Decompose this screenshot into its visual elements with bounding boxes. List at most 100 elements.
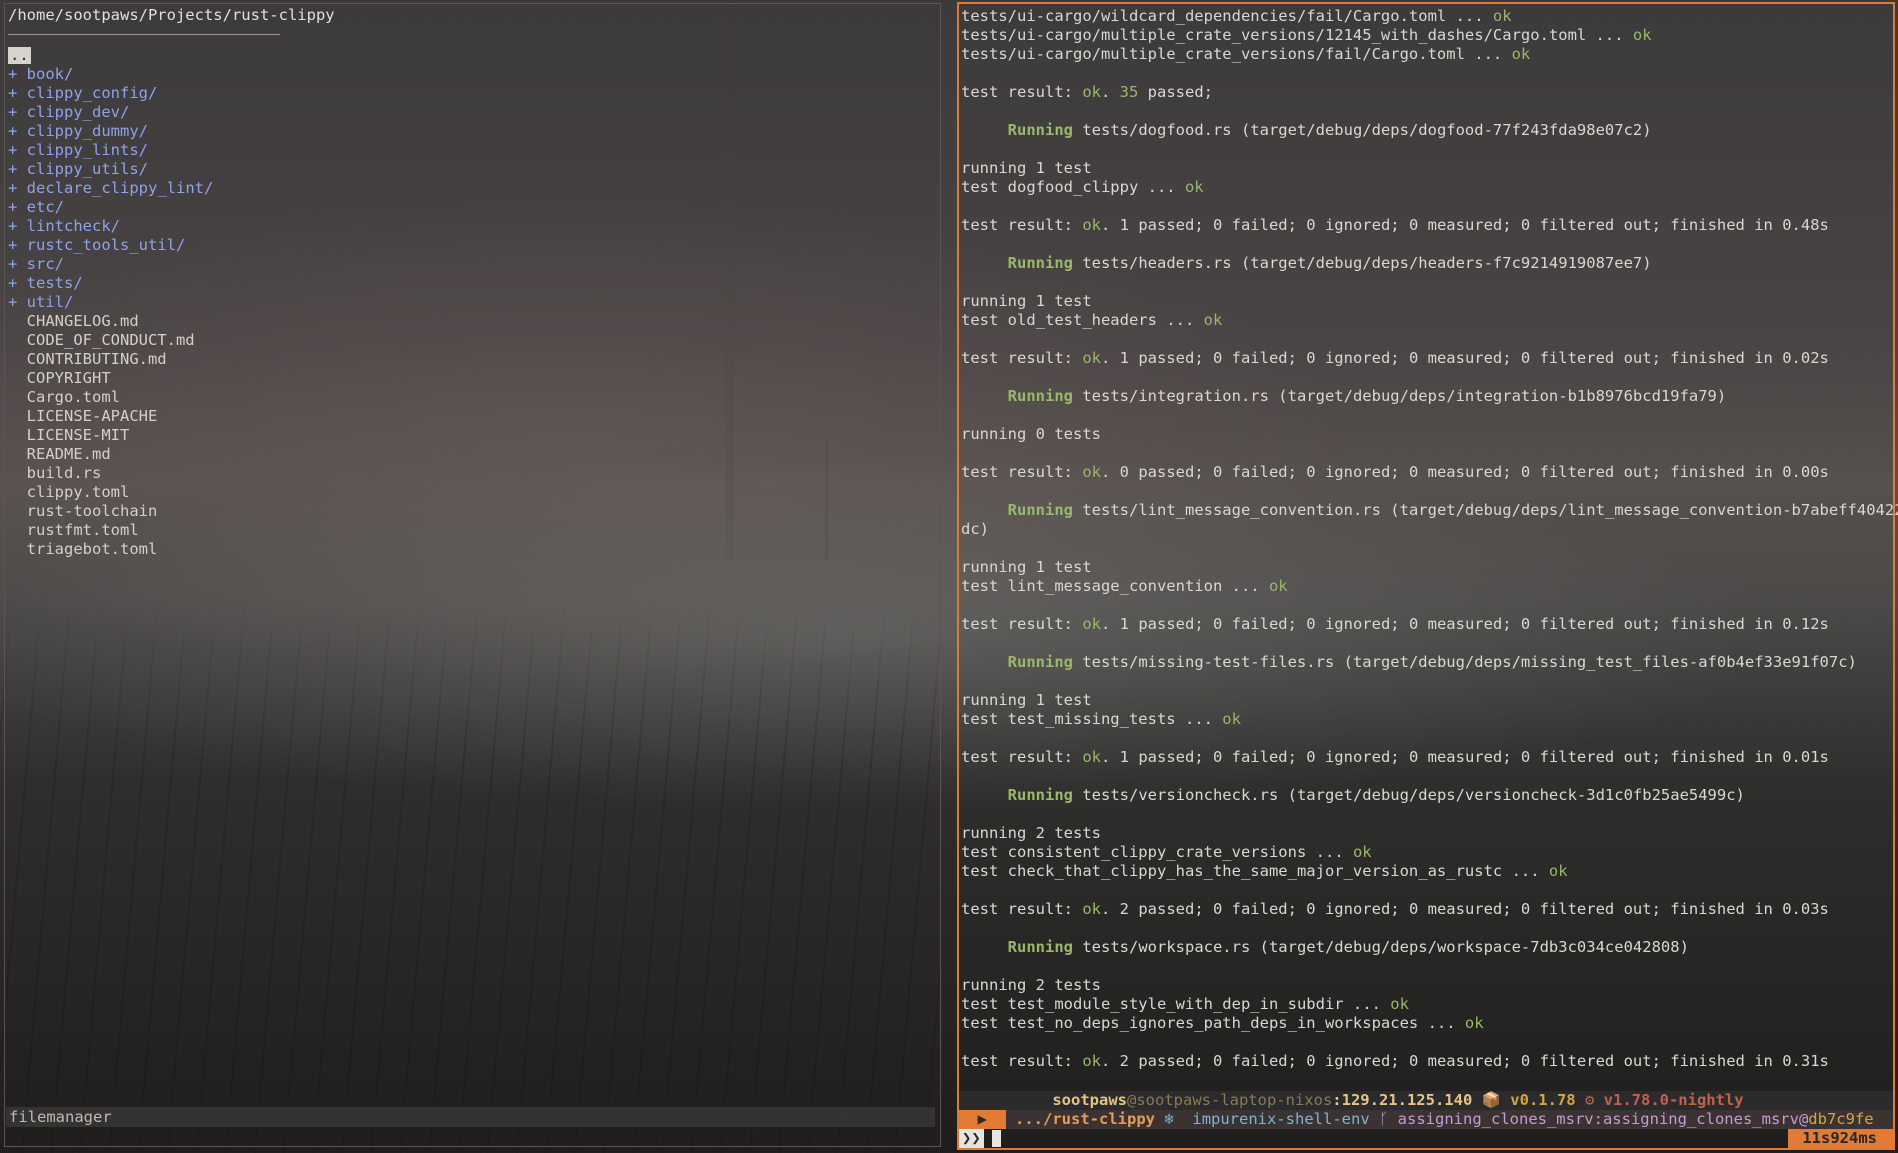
- file-row[interactable]: COPYRIGHT: [8, 369, 213, 388]
- directory-name[interactable]: clippy_dev/: [17, 103, 130, 121]
- file-row[interactable]: LICENSE-APACHE: [8, 407, 213, 426]
- directory-row[interactable]: + clippy_dummy/: [8, 122, 213, 141]
- result-prefix: test result:: [961, 349, 1083, 367]
- file-row[interactable]: CODE_OF_CONDUCT.md: [8, 331, 213, 350]
- terminal-line: test result: ok. 2 passed; 0 failed; 0 i…: [961, 1052, 1891, 1071]
- directory-name[interactable]: clippy_dummy/: [17, 122, 148, 140]
- git-hash: db7c9fe: [1808, 1110, 1874, 1128]
- expand-marker-icon[interactable]: +: [8, 293, 17, 311]
- result-summary: . 1 passed; 0 failed; 0 ignored; 0 measu…: [1101, 615, 1829, 633]
- expand-marker-icon[interactable]: +: [8, 217, 17, 235]
- expand-marker-icon[interactable]: +: [8, 65, 17, 83]
- parent-dir-row[interactable]: ..: [8, 46, 213, 65]
- terminal-line: test check_that_clippy_has_the_same_majo…: [961, 862, 1891, 881]
- file-list[interactable]: .. + book/+ clippy_config/+ clippy_dev/+ …: [8, 46, 213, 559]
- file-row[interactable]: LICENSE-MIT: [8, 426, 213, 445]
- file-name[interactable]: CODE_OF_CONDUCT.md: [8, 331, 195, 349]
- expand-marker-icon[interactable]: +: [8, 141, 17, 159]
- file-name[interactable]: build.rs: [8, 464, 102, 482]
- result-prefix: test result:: [961, 748, 1083, 766]
- directory-row[interactable]: + etc/: [8, 198, 213, 217]
- directory-row[interactable]: + lintcheck/: [8, 217, 213, 236]
- file-name[interactable]: triagebot.toml: [8, 540, 158, 558]
- directory-name[interactable]: util/: [17, 293, 74, 311]
- file-row[interactable]: Cargo.toml: [8, 388, 213, 407]
- directory-row[interactable]: + tests/: [8, 274, 213, 293]
- file-row[interactable]: README.md: [8, 445, 213, 464]
- directory-row[interactable]: + clippy_utils/: [8, 160, 213, 179]
- directory-row[interactable]: + rustc_tools_util/: [8, 236, 213, 255]
- ok-status: ok: [1082, 900, 1101, 918]
- output-text: running 1 test: [961, 159, 1092, 177]
- directory-row[interactable]: + book/: [8, 65, 213, 84]
- directory-name[interactable]: etc/: [17, 198, 64, 216]
- file-name[interactable]: CONTRIBUTING.md: [8, 350, 167, 368]
- ok-status: ok: [1268, 577, 1288, 595]
- file-name[interactable]: LICENSE-MIT: [8, 426, 130, 444]
- directory-name[interactable]: rustc_tools_util/: [17, 236, 186, 254]
- directory-name[interactable]: clippy_utils/: [17, 160, 148, 178]
- terminal-line: Running tests/missing-test-files.rs (tar…: [961, 653, 1891, 672]
- directory-row[interactable]: + clippy_config/: [8, 84, 213, 103]
- directory-row[interactable]: + clippy_lints/: [8, 141, 213, 160]
- parent-dir-item[interactable]: ..: [8, 47, 31, 64]
- directory-name[interactable]: tests/: [17, 274, 83, 292]
- file-name[interactable]: rust-toolchain: [8, 502, 158, 520]
- terminal-line: test result: ok. 1 passed; 0 failed; 0 i…: [961, 615, 1891, 634]
- output-text: running 0 tests: [961, 425, 1101, 443]
- terminal-line: running 1 test: [961, 558, 1891, 577]
- result-prefix: test result:: [961, 615, 1083, 633]
- terminal-pane[interactable]: tests/ui-cargo/wildcard_dependencies/fai…: [957, 2, 1898, 1150]
- file-name[interactable]: Cargo.toml: [8, 388, 120, 406]
- directory-name[interactable]: declare_clippy_lint/: [17, 179, 214, 197]
- directory-row[interactable]: + util/: [8, 293, 213, 312]
- directory-name[interactable]: lintcheck/: [17, 217, 120, 235]
- prompt-input-line[interactable]: ❯❯ 11s924ms: [959, 1129, 1893, 1148]
- directory-name[interactable]: src/: [17, 255, 64, 273]
- expand-marker-icon[interactable]: +: [8, 236, 17, 254]
- directory-row[interactable]: + src/: [8, 255, 213, 274]
- expand-marker-icon[interactable]: +: [8, 179, 17, 197]
- expand-marker-icon[interactable]: +: [8, 198, 17, 216]
- ok-status: ok: [1511, 45, 1531, 63]
- file-row[interactable]: rustfmt.toml: [8, 521, 213, 540]
- file-name[interactable]: CHANGELOG.md: [8, 312, 139, 330]
- prompt-info-line: sootpaws@sootpaws-laptop-nixos:129.21.12…: [959, 1091, 1893, 1110]
- file-row[interactable]: clippy.toml: [8, 483, 213, 502]
- file-row[interactable]: CONTRIBUTING.md: [8, 350, 213, 369]
- file-name[interactable]: README.md: [8, 445, 111, 463]
- result-prefix: test result:: [961, 83, 1083, 101]
- expand-marker-icon[interactable]: +: [8, 103, 17, 121]
- expand-marker-icon[interactable]: +: [8, 122, 17, 140]
- file-row[interactable]: triagebot.toml: [8, 540, 213, 559]
- file-name[interactable]: LICENSE-APACHE: [8, 407, 158, 425]
- directory-row[interactable]: + declare_clippy_lint/: [8, 179, 213, 198]
- terminal-line: test result: ok. 1 passed; 0 failed; 0 i…: [961, 216, 1891, 235]
- expand-marker-icon[interactable]: +: [8, 160, 17, 178]
- directory-name[interactable]: clippy_lints/: [17, 141, 148, 159]
- expand-marker-icon[interactable]: +: [8, 274, 17, 292]
- file-row[interactable]: rust-toolchain: [8, 502, 213, 521]
- check-text: test test_missing_tests ...: [961, 710, 1223, 728]
- check-text: test test_no_deps_ignores_path_deps_in_w…: [961, 1014, 1465, 1032]
- directory-name[interactable]: book/: [17, 65, 74, 83]
- directory-name[interactable]: clippy_config/: [17, 84, 158, 102]
- expand-marker-icon[interactable]: +: [8, 255, 17, 273]
- ok-status: ok: [1082, 748, 1101, 766]
- file-row[interactable]: CHANGELOG.md: [8, 312, 213, 331]
- terminal-line: test test_module_style_with_dep_in_subdi…: [961, 995, 1891, 1014]
- file-name[interactable]: clippy.toml: [8, 483, 130, 501]
- expand-marker-icon[interactable]: +: [8, 84, 17, 102]
- prompt-host: sootpaws-laptop-nixos: [1136, 1091, 1333, 1109]
- file-manager-pane[interactable]: /home/sootpaws/Projects/rust-clippy .. + …: [4, 3, 941, 1147]
- package-version: v0.1.78: [1510, 1091, 1576, 1109]
- file-row[interactable]: build.rs: [8, 464, 213, 483]
- file-name[interactable]: rustfmt.toml: [8, 521, 139, 539]
- file-name[interactable]: COPYRIGHT: [8, 369, 111, 387]
- terminal-line: running 1 test: [961, 159, 1891, 178]
- directory-row[interactable]: + clippy_dev/: [8, 103, 213, 122]
- running-label: Running: [1007, 501, 1073, 519]
